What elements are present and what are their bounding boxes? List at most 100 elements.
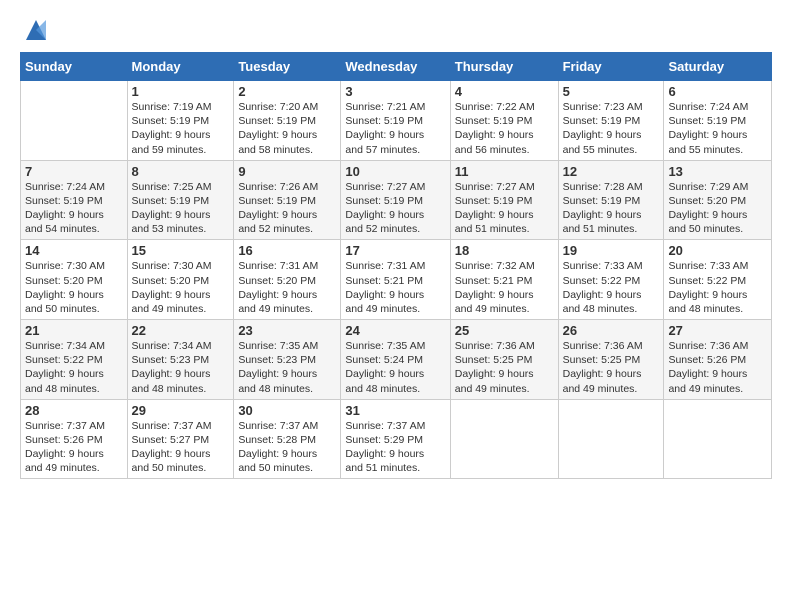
calendar-cell: 27Sunrise: 7:36 AMSunset: 5:26 PMDayligh… [664, 320, 772, 400]
calendar-cell [450, 399, 558, 479]
calendar-cell: 3Sunrise: 7:21 AMSunset: 5:19 PMDaylight… [341, 81, 450, 161]
day-number: 19 [563, 243, 660, 258]
day-info: Sunrise: 7:24 AMSunset: 5:19 PMDaylight:… [668, 100, 767, 157]
calendar-week-4: 21Sunrise: 7:34 AMSunset: 5:22 PMDayligh… [21, 320, 772, 400]
day-info: Sunrise: 7:30 AMSunset: 5:20 PMDaylight:… [132, 259, 230, 316]
calendar-cell: 10Sunrise: 7:27 AMSunset: 5:19 PMDayligh… [341, 160, 450, 240]
day-number: 11 [455, 164, 554, 179]
calendar-header-monday: Monday [127, 53, 234, 81]
day-number: 27 [668, 323, 767, 338]
logo [20, 16, 50, 44]
calendar-week-3: 14Sunrise: 7:30 AMSunset: 5:20 PMDayligh… [21, 240, 772, 320]
day-info: Sunrise: 7:37 AMSunset: 5:29 PMDaylight:… [345, 419, 445, 476]
day-number: 10 [345, 164, 445, 179]
calendar-cell: 6Sunrise: 7:24 AMSunset: 5:19 PMDaylight… [664, 81, 772, 161]
day-info: Sunrise: 7:37 AMSunset: 5:27 PMDaylight:… [132, 419, 230, 476]
day-info: Sunrise: 7:35 AMSunset: 5:23 PMDaylight:… [238, 339, 336, 396]
calendar-header-row: SundayMondayTuesdayWednesdayThursdayFrid… [21, 53, 772, 81]
calendar-cell: 19Sunrise: 7:33 AMSunset: 5:22 PMDayligh… [558, 240, 664, 320]
day-info: Sunrise: 7:25 AMSunset: 5:19 PMDaylight:… [132, 180, 230, 237]
page: SundayMondayTuesdayWednesdayThursdayFrid… [0, 0, 792, 489]
calendar-header-tuesday: Tuesday [234, 53, 341, 81]
calendar-cell: 15Sunrise: 7:30 AMSunset: 5:20 PMDayligh… [127, 240, 234, 320]
calendar-cell: 24Sunrise: 7:35 AMSunset: 5:24 PMDayligh… [341, 320, 450, 400]
calendar-cell: 9Sunrise: 7:26 AMSunset: 5:19 PMDaylight… [234, 160, 341, 240]
day-number: 13 [668, 164, 767, 179]
day-number: 29 [132, 403, 230, 418]
day-number: 12 [563, 164, 660, 179]
day-number: 5 [563, 84, 660, 99]
calendar-cell: 25Sunrise: 7:36 AMSunset: 5:25 PMDayligh… [450, 320, 558, 400]
calendar-cell: 26Sunrise: 7:36 AMSunset: 5:25 PMDayligh… [558, 320, 664, 400]
calendar-table: SundayMondayTuesdayWednesdayThursdayFrid… [20, 52, 772, 479]
calendar-cell: 28Sunrise: 7:37 AMSunset: 5:26 PMDayligh… [21, 399, 128, 479]
day-info: Sunrise: 7:32 AMSunset: 5:21 PMDaylight:… [455, 259, 554, 316]
calendar-cell: 4Sunrise: 7:22 AMSunset: 5:19 PMDaylight… [450, 81, 558, 161]
calendar-cell: 1Sunrise: 7:19 AMSunset: 5:19 PMDaylight… [127, 81, 234, 161]
day-info: Sunrise: 7:37 AMSunset: 5:26 PMDaylight:… [25, 419, 123, 476]
day-info: Sunrise: 7:28 AMSunset: 5:19 PMDaylight:… [563, 180, 660, 237]
day-number: 28 [25, 403, 123, 418]
calendar-cell: 13Sunrise: 7:29 AMSunset: 5:20 PMDayligh… [664, 160, 772, 240]
day-number: 3 [345, 84, 445, 99]
day-number: 31 [345, 403, 445, 418]
calendar-cell: 20Sunrise: 7:33 AMSunset: 5:22 PMDayligh… [664, 240, 772, 320]
day-info: Sunrise: 7:21 AMSunset: 5:19 PMDaylight:… [345, 100, 445, 157]
calendar-cell: 17Sunrise: 7:31 AMSunset: 5:21 PMDayligh… [341, 240, 450, 320]
day-number: 2 [238, 84, 336, 99]
calendar-cell: 2Sunrise: 7:20 AMSunset: 5:19 PMDaylight… [234, 81, 341, 161]
day-info: Sunrise: 7:23 AMSunset: 5:19 PMDaylight:… [563, 100, 660, 157]
day-number: 23 [238, 323, 336, 338]
calendar-cell: 23Sunrise: 7:35 AMSunset: 5:23 PMDayligh… [234, 320, 341, 400]
calendar-cell: 30Sunrise: 7:37 AMSunset: 5:28 PMDayligh… [234, 399, 341, 479]
calendar-cell: 21Sunrise: 7:34 AMSunset: 5:22 PMDayligh… [21, 320, 128, 400]
calendar-cell: 16Sunrise: 7:31 AMSunset: 5:20 PMDayligh… [234, 240, 341, 320]
calendar-week-5: 28Sunrise: 7:37 AMSunset: 5:26 PMDayligh… [21, 399, 772, 479]
day-number: 4 [455, 84, 554, 99]
calendar-cell: 14Sunrise: 7:30 AMSunset: 5:20 PMDayligh… [21, 240, 128, 320]
day-number: 25 [455, 323, 554, 338]
day-number: 7 [25, 164, 123, 179]
day-number: 24 [345, 323, 445, 338]
header [20, 16, 772, 44]
calendar-header-friday: Friday [558, 53, 664, 81]
calendar-header-thursday: Thursday [450, 53, 558, 81]
calendar-cell: 12Sunrise: 7:28 AMSunset: 5:19 PMDayligh… [558, 160, 664, 240]
calendar-cell: 11Sunrise: 7:27 AMSunset: 5:19 PMDayligh… [450, 160, 558, 240]
calendar-cell: 8Sunrise: 7:25 AMSunset: 5:19 PMDaylight… [127, 160, 234, 240]
day-info: Sunrise: 7:34 AMSunset: 5:23 PMDaylight:… [132, 339, 230, 396]
calendar-week-2: 7Sunrise: 7:24 AMSunset: 5:19 PMDaylight… [21, 160, 772, 240]
day-info: Sunrise: 7:31 AMSunset: 5:20 PMDaylight:… [238, 259, 336, 316]
day-info: Sunrise: 7:20 AMSunset: 5:19 PMDaylight:… [238, 100, 336, 157]
day-info: Sunrise: 7:33 AMSunset: 5:22 PMDaylight:… [668, 259, 767, 316]
day-number: 14 [25, 243, 123, 258]
day-info: Sunrise: 7:29 AMSunset: 5:20 PMDaylight:… [668, 180, 767, 237]
day-number: 18 [455, 243, 554, 258]
calendar-cell [558, 399, 664, 479]
calendar-cell: 5Sunrise: 7:23 AMSunset: 5:19 PMDaylight… [558, 81, 664, 161]
day-info: Sunrise: 7:31 AMSunset: 5:21 PMDaylight:… [345, 259, 445, 316]
day-info: Sunrise: 7:34 AMSunset: 5:22 PMDaylight:… [25, 339, 123, 396]
day-info: Sunrise: 7:27 AMSunset: 5:19 PMDaylight:… [345, 180, 445, 237]
day-number: 22 [132, 323, 230, 338]
day-info: Sunrise: 7:33 AMSunset: 5:22 PMDaylight:… [563, 259, 660, 316]
day-number: 8 [132, 164, 230, 179]
calendar-header-wednesday: Wednesday [341, 53, 450, 81]
day-number: 9 [238, 164, 336, 179]
calendar-cell: 7Sunrise: 7:24 AMSunset: 5:19 PMDaylight… [21, 160, 128, 240]
day-info: Sunrise: 7:24 AMSunset: 5:19 PMDaylight:… [25, 180, 123, 237]
calendar-week-1: 1Sunrise: 7:19 AMSunset: 5:19 PMDaylight… [21, 81, 772, 161]
day-info: Sunrise: 7:36 AMSunset: 5:26 PMDaylight:… [668, 339, 767, 396]
day-info: Sunrise: 7:27 AMSunset: 5:19 PMDaylight:… [455, 180, 554, 237]
day-number: 30 [238, 403, 336, 418]
day-number: 15 [132, 243, 230, 258]
day-info: Sunrise: 7:37 AMSunset: 5:28 PMDaylight:… [238, 419, 336, 476]
day-number: 20 [668, 243, 767, 258]
calendar-cell: 29Sunrise: 7:37 AMSunset: 5:27 PMDayligh… [127, 399, 234, 479]
day-number: 26 [563, 323, 660, 338]
day-info: Sunrise: 7:22 AMSunset: 5:19 PMDaylight:… [455, 100, 554, 157]
day-info: Sunrise: 7:30 AMSunset: 5:20 PMDaylight:… [25, 259, 123, 316]
calendar-cell [664, 399, 772, 479]
day-info: Sunrise: 7:19 AMSunset: 5:19 PMDaylight:… [132, 100, 230, 157]
calendar-cell: 31Sunrise: 7:37 AMSunset: 5:29 PMDayligh… [341, 399, 450, 479]
